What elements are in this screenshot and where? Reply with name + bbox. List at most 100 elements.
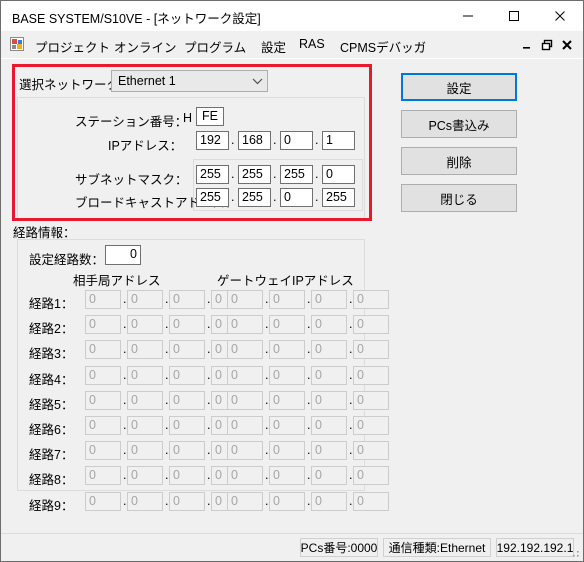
route-gateway-octet[interactable]: 0 [311, 391, 347, 410]
route-peer-octet[interactable]: 0 [127, 466, 163, 485]
route-gateway-octet[interactable]: 0 [269, 290, 305, 309]
resize-grip-icon[interactable] [569, 547, 581, 559]
route-gateway-octet[interactable]: 0 [269, 340, 305, 359]
subnet-octet-3[interactable]: 255 [280, 165, 313, 184]
route-gateway-octet[interactable]: 0 [353, 466, 389, 485]
route-gateway-octet[interactable]: 0 [311, 466, 347, 485]
route-peer-octet[interactable]: 0 [169, 441, 205, 460]
menu-item-project[interactable]: プロジェクト [34, 37, 111, 56]
broadcast-octet-1[interactable]: 255 [196, 188, 229, 207]
window-close-button[interactable] [537, 1, 583, 30]
route-gateway-octet[interactable]: 0 [227, 290, 263, 309]
ip-octet-1[interactable]: 192 [196, 131, 229, 150]
menu-item-cpms-debugger[interactable]: CPMSデバッガ [339, 37, 427, 56]
route-peer-octet[interactable]: 0 [85, 391, 121, 410]
route-gateway-octet[interactable]: 0 [269, 492, 305, 511]
route-peer-octet[interactable]: 0 [169, 416, 205, 435]
route-gateway-octet[interactable]: 0 [269, 466, 305, 485]
route-gateway-octet[interactable]: 0 [269, 366, 305, 385]
station-number-field[interactable]: FE [196, 107, 224, 126]
menu-item-program[interactable]: プログラム [183, 37, 247, 56]
menu-item-settings[interactable]: 設定 [260, 37, 287, 56]
route-gateway-octet[interactable]: 0 [353, 315, 389, 334]
delete-button[interactable]: 削除 [401, 147, 517, 175]
route-gateway-octet[interactable]: 0 [269, 416, 305, 435]
route-peer-octet[interactable]: 0 [85, 340, 121, 359]
minimize-icon [463, 15, 473, 16]
route-peer-octet[interactable]: 0 [85, 466, 121, 485]
column-header-peer-address: 相手局アドレス [73, 274, 161, 288]
route-peer-octet[interactable]: 0 [85, 492, 121, 511]
subnet-octet-4[interactable]: 0 [322, 165, 355, 184]
pcs-write-button[interactable]: PCs書込み [401, 110, 517, 138]
route-peer-octet[interactable]: 0 [85, 315, 121, 334]
route-peer-octet[interactable]: 0 [169, 391, 205, 410]
route-peer-octet[interactable]: 0 [85, 416, 121, 435]
route-gateway-octet[interactable]: 0 [227, 416, 263, 435]
route-peer-octet[interactable]: 0 [85, 441, 121, 460]
mdi-restore-button[interactable] [539, 37, 555, 53]
route-octet-separator: . [307, 368, 311, 382]
route-gateway-octet[interactable]: 0 [353, 391, 389, 410]
route-gateway-octet[interactable]: 0 [353, 340, 389, 359]
route-gateway-octet[interactable]: 0 [227, 391, 263, 410]
route-gateway-octet[interactable]: 0 [311, 416, 347, 435]
route-peer-octet[interactable]: 0 [169, 366, 205, 385]
window-minimize-button[interactable] [445, 1, 491, 30]
route-gateway-octet[interactable]: 0 [353, 441, 389, 460]
status-ip-address: 192.192.192.1 [496, 538, 574, 557]
network-select-dropdown[interactable]: Ethernet 1 [111, 70, 268, 92]
set-button[interactable]: 設定 [401, 73, 517, 101]
route-peer-octet[interactable]: 0 [127, 290, 163, 309]
broadcast-octet-2[interactable]: 255 [238, 188, 271, 207]
route-gateway-octet[interactable]: 0 [227, 466, 263, 485]
ip-octet-4[interactable]: 1 [322, 131, 355, 150]
broadcast-octet-3[interactable]: 0 [280, 188, 313, 207]
route-gateway-octet[interactable]: 0 [227, 366, 263, 385]
route-gateway-octet[interactable]: 0 [311, 366, 347, 385]
route-gateway-octet[interactable]: 0 [227, 315, 263, 334]
route-gateway-octet[interactable]: 0 [353, 492, 389, 511]
route-gateway-octet[interactable]: 0 [227, 340, 263, 359]
route-peer-octet[interactable]: 0 [85, 366, 121, 385]
route-gateway-octet[interactable]: 0 [227, 441, 263, 460]
ip-octet-2[interactable]: 168 [238, 131, 271, 150]
route-gateway-octet[interactable]: 0 [311, 315, 347, 334]
route-gateway-octet[interactable]: 0 [269, 391, 305, 410]
menu-item-ras[interactable]: RAS [298, 37, 326, 51]
route-peer-octet[interactable]: 0 [169, 466, 205, 485]
close-button[interactable]: 閉じる [401, 184, 517, 212]
route-gateway-octet[interactable]: 0 [311, 492, 347, 511]
route-peer-octet[interactable]: 0 [127, 441, 163, 460]
route-peer-octet[interactable]: 0 [169, 315, 205, 334]
ip-octet-3[interactable]: 0 [280, 131, 313, 150]
mdi-close-button[interactable] [559, 37, 575, 53]
menu-item-online[interactable]: オンライン [113, 37, 178, 56]
route-gateway-octet[interactable]: 0 [353, 416, 389, 435]
route-gateway-octet[interactable]: 0 [311, 441, 347, 460]
route-peer-octet[interactable]: 0 [127, 340, 163, 359]
route-peer-octet[interactable]: 0 [127, 391, 163, 410]
route-gateway-octet[interactable]: 0 [311, 290, 347, 309]
route-peer-octet[interactable]: 0 [169, 290, 205, 309]
route-peer-octet[interactable]: 0 [127, 315, 163, 334]
route-gateway-octet[interactable]: 0 [269, 315, 305, 334]
subnet-octet-2[interactable]: 255 [238, 165, 271, 184]
route-gateway-octet[interactable]: 0 [311, 340, 347, 359]
route-peer-octet[interactable]: 0 [169, 340, 205, 359]
route-gateway-octet[interactable]: 0 [227, 492, 263, 511]
route-peer-octet[interactable]: 0 [85, 290, 121, 309]
route-peer-octet[interactable]: 0 [169, 492, 205, 511]
subnet-octet-1[interactable]: 255 [196, 165, 229, 184]
route-peer-octet[interactable]: 0 [127, 366, 163, 385]
broadcast-octet-4[interactable]: 255 [322, 188, 355, 207]
window-maximize-button[interactable] [491, 1, 537, 30]
route-gateway-octet[interactable]: 0 [353, 366, 389, 385]
route-gateway-octet[interactable]: 0 [353, 290, 389, 309]
mdi-minimize-button[interactable] [519, 37, 535, 53]
route-peer-octet[interactable]: 0 [127, 492, 163, 511]
route-count-field[interactable]: 0 [105, 245, 141, 265]
application-icon[interactable] [10, 37, 25, 52]
route-gateway-octet[interactable]: 0 [269, 441, 305, 460]
route-peer-octet[interactable]: 0 [127, 416, 163, 435]
